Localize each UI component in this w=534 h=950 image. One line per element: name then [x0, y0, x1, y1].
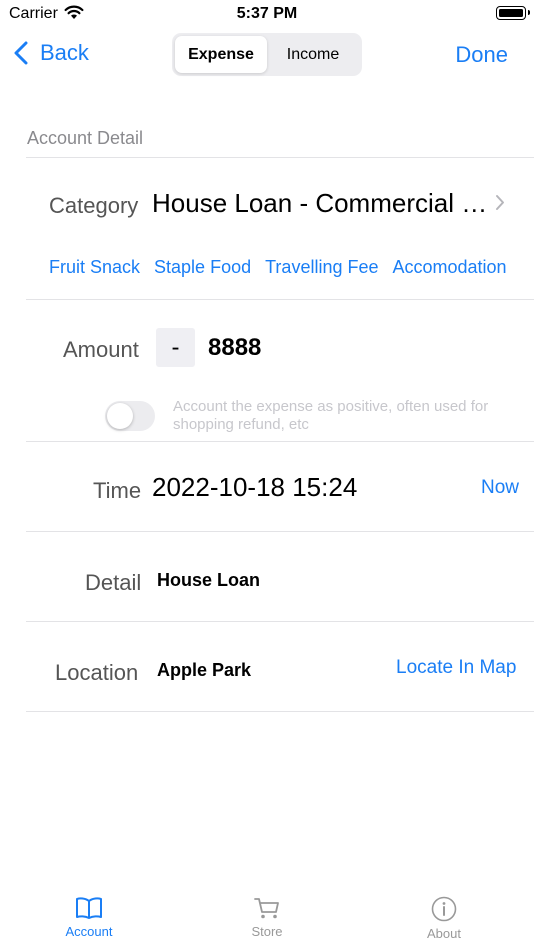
- chevron-left-icon: [14, 41, 28, 65]
- quick-category-fruit-snack[interactable]: Fruit Snack: [49, 257, 140, 278]
- time-value[interactable]: 2022-10-18 15:24: [152, 472, 357, 503]
- quick-category-list: Fruit Snack Staple Food Travelling Fee Acco…: [49, 257, 534, 278]
- positive-expense-toggle[interactable]: [105, 401, 155, 431]
- done-button[interactable]: Done: [455, 42, 508, 68]
- positive-expense-description: Account the expense as positive, often u…: [173, 398, 489, 433]
- section-title: Account Detail: [27, 128, 144, 148]
- divider: [26, 299, 534, 300]
- chevron-right-icon: [495, 194, 505, 216]
- tab-account-label: Account: [65, 924, 113, 939]
- amount-input[interactable]: 8888: [208, 334, 261, 362]
- now-button[interactable]: Now: [481, 477, 519, 499]
- category-label: Category: [49, 193, 139, 218]
- quick-category-staple-food[interactable]: Staple Food: [154, 257, 251, 278]
- time-label: Time: [93, 478, 142, 503]
- tab-store[interactable]: Store: [207, 896, 327, 939]
- divider: [26, 711, 534, 712]
- divider: [26, 157, 534, 158]
- locate-in-map-button[interactable]: Locate In Map: [396, 657, 516, 679]
- divider: [26, 441, 534, 442]
- detail-input[interactable]: House Loan: [157, 570, 260, 591]
- tab-store-label: Store: [251, 924, 283, 939]
- navigation-bar: Back Expense Income Done: [0, 28, 534, 84]
- divider: [26, 531, 534, 532]
- back-button[interactable]: Back: [14, 40, 89, 66]
- back-label: Back: [40, 40, 89, 65]
- status-time: 5:37 PM: [236, 5, 298, 22]
- tab-about[interactable]: About: [384, 896, 504, 941]
- tab-bar: Account Store About: [0, 880, 534, 950]
- amount-sign-button[interactable]: -: [156, 328, 195, 367]
- quick-category-accomodation[interactable]: Accomodation: [393, 257, 507, 278]
- battery-icon: [496, 6, 530, 20]
- amount-label: Amount: [63, 337, 139, 362]
- category-value: House Loan - Commercial Loan: [152, 188, 488, 218]
- book-icon: [76, 897, 102, 919]
- info-icon: [431, 896, 457, 922]
- segment-income[interactable]: Income: [267, 36, 359, 73]
- location-label: Location: [55, 660, 139, 685]
- tab-account[interactable]: Account: [29, 896, 149, 939]
- segment-expense[interactable]: Expense: [175, 36, 267, 73]
- cart-icon: [254, 898, 279, 919]
- tab-about-label: About: [427, 926, 461, 941]
- location-input[interactable]: Apple Park: [157, 660, 251, 681]
- type-segmented-control[interactable]: Expense Income: [172, 33, 362, 76]
- status-bar: Carrier 5:37 PM: [0, 0, 534, 28]
- quick-category-travelling-fee[interactable]: Travelling Fee: [265, 257, 378, 278]
- divider: [26, 621, 534, 622]
- detail-label: Detail: [85, 570, 142, 595]
